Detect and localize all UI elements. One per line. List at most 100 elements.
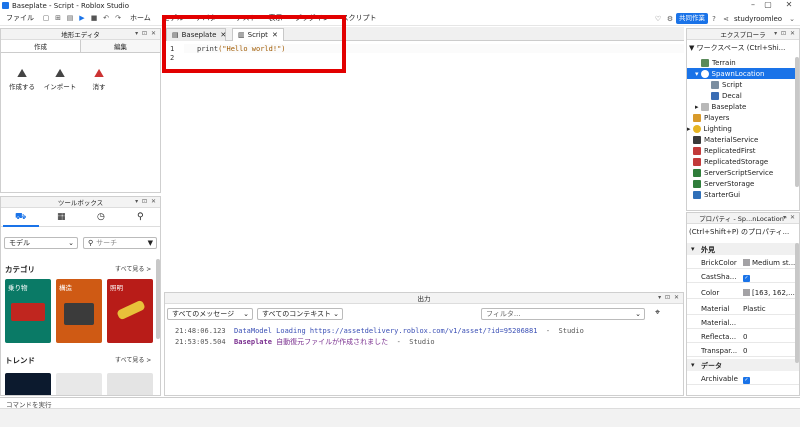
section-appearance[interactable]: ▾ 外見 (687, 243, 799, 255)
context-filter-select[interactable]: すべてのコンテキスト ⌄ (257, 308, 343, 320)
open-file-icon[interactable]: ⊞ (53, 13, 63, 23)
panel-controls-icon[interactable]: ▾ ✕ (783, 214, 796, 221)
prop-color[interactable]: Color [163, 162,... (687, 287, 799, 299)
chevron-down-icon[interactable]: ▾ (695, 70, 699, 78)
menu-bar: ファイル ▢ ⊞ ▤ ▶ ■ ↶ ↷ ホーム モデル アバター テスト 表示 プ… (0, 11, 800, 26)
tree-item-materialservice[interactable]: MaterialService (687, 134, 758, 145)
create-tool[interactable]: ⛰ 作成する (7, 65, 37, 91)
explorer-root[interactable]: ▼ ワークスペース (Ctrl+Shi... (689, 43, 785, 53)
flashlight-icon (116, 299, 146, 321)
tree-item-startergui[interactable]: StarterGui (687, 189, 740, 200)
section-data[interactable]: ▾ データ (687, 359, 799, 371)
tree-item-serverscriptservice[interactable]: ServerScriptService (687, 167, 773, 178)
tree-item-terrain[interactable]: Terrain (687, 57, 736, 68)
prop-materialvariant[interactable]: Material... (687, 317, 799, 329)
clear-tool[interactable]: ⛰ 消す (85, 65, 113, 91)
clear-output-icon[interactable]: ⌖ (655, 308, 660, 318)
category-buildings[interactable]: 構造 (56, 279, 102, 343)
tree-item-spawnlocation[interactable]: ▾ SpawnLocation (687, 68, 797, 79)
chevron-right-icon[interactable]: ▸ (687, 125, 691, 133)
explorer-tree: Terrain ▾ SpawnLocation Script Decal ▸ Bas… (687, 57, 797, 207)
panel-controls-icon[interactable]: ▾ ⊡ ✕ (135, 198, 157, 205)
category-dropdown[interactable]: モデル ⌄ (4, 237, 78, 249)
save-icon[interactable]: ▤ (65, 13, 75, 23)
creations-icon[interactable]: ⚲ (137, 212, 144, 222)
properties-scrollbar[interactable] (795, 243, 799, 363)
marketplace-icon[interactable]: ⛟ (15, 212, 26, 223)
minimize-icon[interactable]: – (746, 0, 760, 11)
message-filter-select[interactable]: すべてのメッセージ ⌄ (167, 308, 253, 320)
properties-panel: プロパティ - Sp...nLocation" ▾ ✕ (Ctrl+Shift+P… (686, 212, 800, 396)
settings-icon[interactable]: ⚙ (665, 14, 675, 24)
tree-item-baseplate[interactable]: ▸ Baseplate (687, 101, 746, 112)
chevron-right-icon[interactable]: ▸ (695, 103, 699, 111)
trend-item[interactable] (56, 373, 102, 395)
stop-icon[interactable]: ■ (89, 13, 99, 23)
menu-file[interactable]: ファイル (0, 13, 40, 23)
grid-icon[interactable]: ▦ (57, 212, 66, 222)
checkbox-checked[interactable]: ✓ (743, 377, 750, 384)
tree-item-serverstorage[interactable]: ServerStorage (687, 178, 754, 189)
trend-item[interactable] (5, 373, 51, 395)
replicated-first-icon (693, 146, 701, 155)
checkbox-checked[interactable]: ✓ (743, 275, 750, 282)
tree-item-replicatedstorage[interactable]: ReplicatedStorage (687, 156, 768, 167)
new-file-icon[interactable]: ▢ (41, 13, 51, 23)
highlight-box (162, 15, 346, 73)
undo-icon[interactable]: ↶ (101, 13, 111, 23)
prop-brickcolor[interactable]: BrickColor Medium st... (687, 257, 799, 269)
server-storage-icon (693, 179, 701, 188)
recent-icon[interactable]: ◷ (97, 212, 105, 222)
prop-material[interactable]: Material Plastic (687, 303, 799, 315)
see-all-trends[interactable]: すべて見る > (115, 355, 151, 364)
script-editor[interactable]: 1 2 print("Hello world!") (164, 41, 684, 289)
output-line: 21:48:06.123 DataModel Loading https://a… (175, 327, 584, 335)
redo-icon[interactable]: ↷ (113, 13, 123, 23)
close-icon[interactable]: ✕ (782, 0, 796, 11)
properties-filter[interactable]: (Ctrl+Shift+P) のプロパティ... (689, 227, 799, 237)
panel-title: ツールボックス (57, 199, 104, 207)
output-filter-input[interactable]: フィルタ... ⌄ (481, 308, 645, 320)
tab-create[interactable]: 作成 (1, 40, 81, 52)
filter-icon[interactable]: ▼ (148, 239, 153, 247)
menu-home[interactable]: ホーム (124, 13, 157, 23)
share-button[interactable]: 共同作業 (676, 13, 708, 24)
building-icon (64, 303, 94, 325)
category-lighting[interactable]: 照明 (107, 279, 153, 343)
import-tool[interactable]: ⛰ インポート (43, 65, 77, 91)
filter-icon: ▼ (689, 44, 695, 52)
panel-controls-icon[interactable]: ▾ ⊡ ✕ (774, 30, 796, 37)
chevron-down-icon[interactable]: ⌄ (787, 14, 797, 24)
heart-icon[interactable]: ♡ (653, 14, 663, 24)
username[interactable]: studyroomleo (734, 15, 782, 23)
studio-logo-icon (2, 2, 9, 9)
see-all-categories[interactable]: すべて見る > (115, 264, 151, 273)
maximize-icon[interactable]: ▢ (761, 0, 775, 11)
tree-item-script[interactable]: Script (687, 79, 742, 90)
prop-archivable[interactable]: Archivable ✓ (687, 373, 799, 385)
chevron-down-icon: ⌄ (68, 239, 74, 247)
command-bar[interactable]: コマンドを実行 (0, 397, 800, 409)
window-title: Baseplate - Script - Roblox Studio (12, 1, 129, 10)
prop-transparency[interactable]: Transpar... 0 (687, 345, 799, 357)
panel-controls-icon[interactable]: ▾ ⊡ ✕ (135, 30, 157, 37)
share-icon[interactable]: ⋖ (721, 14, 731, 24)
line-gutter (164, 41, 184, 289)
category-vehicles[interactable]: 乗り物 (5, 279, 51, 343)
trend-item[interactable] (107, 373, 153, 395)
decal-icon (711, 91, 719, 100)
tree-item-decal[interactable]: Decal (687, 90, 742, 101)
tree-item-players[interactable]: Players (687, 112, 729, 123)
tree-item-replicatedfirst[interactable]: ReplicatedFirst (687, 145, 756, 156)
explorer-scrollbar[interactable] (795, 57, 799, 187)
search-input[interactable]: ⚲ サーチ ▼ (83, 237, 157, 249)
panel-title: プロパティ - Sp...nLocation" (699, 215, 787, 223)
prop-reflectance[interactable]: Reflecta... 0 (687, 331, 799, 343)
play-icon[interactable]: ▶ (77, 13, 87, 23)
tab-edit[interactable]: 編集 (81, 40, 160, 52)
tree-item-lighting[interactable]: ▸ Lighting (687, 123, 732, 134)
panel-controls-icon[interactable]: ▾ ⊡ ✕ (658, 294, 680, 301)
help-icon[interactable]: ? (709, 14, 719, 24)
toolbox-scrollbar[interactable] (156, 259, 160, 339)
prop-castshadow[interactable]: CastSha... ✓ (687, 271, 799, 283)
